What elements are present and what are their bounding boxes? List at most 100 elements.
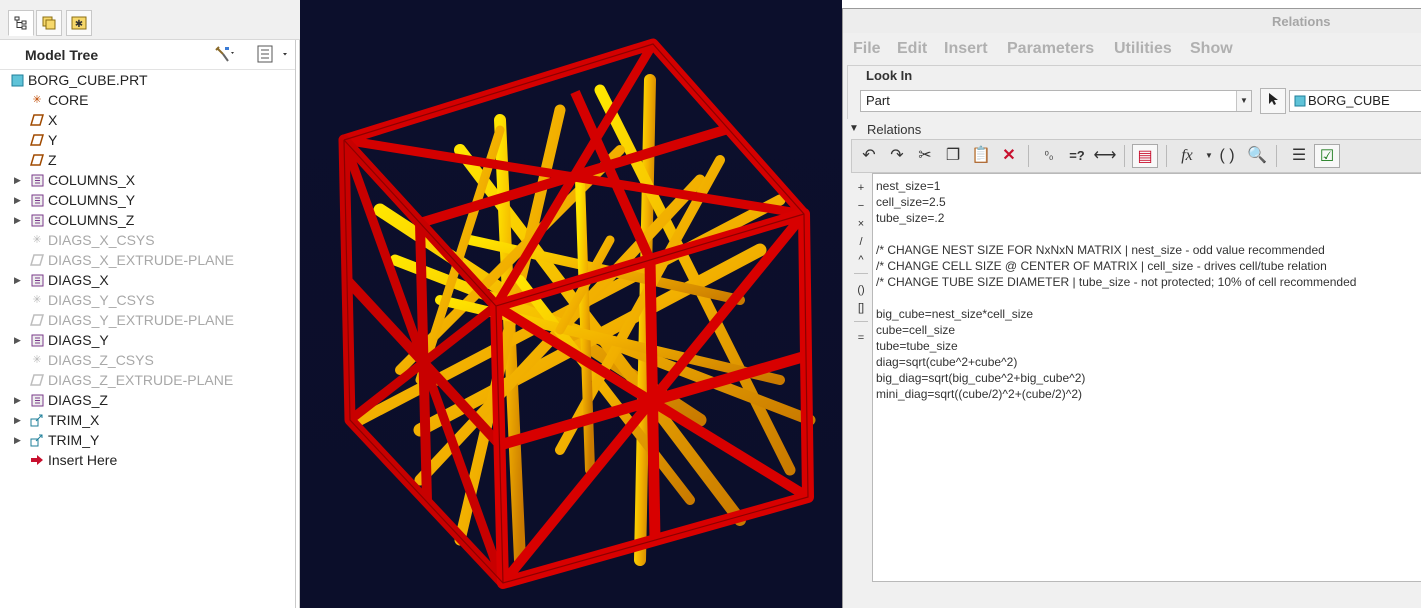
tree-item-label: COLUMNS_Z [48,212,135,228]
look-in-type-value: Part [866,93,890,108]
undo-icon[interactable]: ↶ [856,144,882,168]
menu-show[interactable]: Show [1190,40,1233,58]
tree-item-diags-x-extrude-plane[interactable]: DIAGS_X_EXTRUDE-PLANE [0,250,296,270]
verify-checkbox-icon[interactable]: ☑ [1314,144,1340,168]
folder-browser-tab[interactable] [36,10,62,36]
dialog-title-bar[interactable]: Relations [843,9,1421,33]
brackets-operator-icon[interactable]: [] [851,299,871,317]
expand-arrow-icon[interactable]: ▶ [14,330,21,350]
tree-item-label: Z [48,152,57,168]
multiply-operator-icon[interactable]: × [851,215,871,233]
tree-item-diags-x-csys[interactable]: ✳ DIAGS_X_CSYS [0,230,296,250]
tree-item-diags-y-extrude-plane[interactable]: DIAGS_Y_EXTRUDE-PLANE [0,310,296,330]
switch-dimensions-icon[interactable]: ⁰₀ [1036,144,1062,168]
dialog-title: Relations [1272,14,1331,29]
plus-operator-icon[interactable]: + [851,179,871,197]
tree-item-y[interactable]: Y [0,130,296,150]
menu-utilities[interactable]: Utilities [1114,40,1172,58]
tree-item-label: DIAGS_Y_EXTRUDE-PLANE [48,312,234,328]
expand-arrow-icon[interactable]: ▶ [14,190,21,210]
relation-line: diag=sqrt(cube^2+cube^2) [876,355,1018,369]
expand-arrow-icon[interactable]: ▶ [14,210,21,230]
chevron-down-icon[interactable]: ▼ [1236,91,1251,111]
tree-item-diags-y[interactable]: ▶ DIAGS_Y [0,330,296,350]
tree-structure-icon [14,16,27,30]
delete-icon[interactable]: ✕ [996,144,1022,168]
tree-item-label: DIAGS_X_CSYS [48,232,155,248]
trim-icon [30,413,44,427]
power-operator-icon[interactable]: ^ [851,251,871,269]
navigator-tab-strip: ✱ [0,0,300,40]
tree-item-label: COLUMNS_Y [48,192,136,208]
relations-section-header[interactable]: ▼ Relations [847,121,1421,139]
graphics-viewport[interactable] [300,0,842,608]
tree-item-diags-y-csys[interactable]: ✳ DIAGS_Y_CSYS [0,290,296,310]
divide-operator-icon[interactable]: / [851,233,871,251]
copy-icon[interactable]: ❐ [940,144,966,168]
tree-item-label: DIAGS_X_EXTRUDE-PLANE [48,252,234,268]
datum-plane-icon [30,113,44,127]
cut-icon[interactable]: ✂ [912,144,938,168]
model-tree-list: BORG_CUBE.PRT ✳ CORE X Y Z ▶ COLUMNS_X ▶… [0,70,296,470]
local-parameters-icon[interactable]: ☰ [1286,144,1312,168]
group-icon [30,393,44,407]
look-in-object-value: BORG_CUBE [1308,93,1390,108]
tree-item-borg-cube-prt[interactable]: BORG_CUBE.PRT [0,70,296,90]
evaluate-expression-icon[interactable]: =? [1064,144,1090,168]
model-tree-header: Model Tree [0,40,296,70]
sort-relations-icon[interactable]: ▤ [1132,144,1158,168]
collapse-triangle-icon[interactable]: ▼ [849,123,859,134]
tree-settings-icon[interactable] [214,45,236,66]
look-in-object-field[interactable]: BORG_CUBE [1289,90,1421,112]
expand-arrow-icon[interactable]: ▶ [14,170,21,190]
tree-item-label: X [48,112,58,128]
csys-icon: ✳ [32,294,42,306]
tree-item-label: COLUMNS_X [48,172,136,188]
tree-item-diags-z-csys[interactable]: ✳ DIAGS_Z_CSYS [0,350,296,370]
tree-item-diags-x[interactable]: ▶ DIAGS_X [0,270,296,290]
tree-item-trim-x[interactable]: ▶ TRIM_X [0,410,296,430]
verify-relations-icon[interactable]: 🔍 [1244,144,1270,168]
equals-operator-icon[interactable]: = [851,329,871,347]
insert-parentheses-icon[interactable]: ( ) [1214,144,1240,168]
tree-item-trim-y[interactable]: ▶ TRIM_Y [0,430,296,450]
relations-section-label: Relations [867,122,922,137]
tree-item-z[interactable]: Z [0,150,296,170]
menu-parameters[interactable]: Parameters [1007,40,1094,58]
relation-line: cell_size=2.5 [876,195,946,209]
tree-item-x[interactable]: X [0,110,296,130]
relation-line: /* CHANGE CELL SIZE @ CENTER OF MATRIX |… [876,259,1327,273]
tree-item-core[interactable]: ✳ CORE [0,90,296,110]
tree-item-columns-x[interactable]: ▶ COLUMNS_X [0,170,296,190]
model-tree-panel: ✱ Model Tree BORG_CUBE.PRT ✳ CORE X Y Z … [0,0,300,608]
tree-item-label: CORE [48,92,89,108]
menu-insert[interactable]: Insert [944,40,988,58]
expand-arrow-icon[interactable]: ▶ [14,410,21,430]
select-object-button[interactable] [1260,88,1286,114]
model-tree-tab[interactable] [8,10,34,36]
palette-separator [854,321,868,322]
tree-item-diags-z-extrude-plane[interactable]: DIAGS_Z_EXTRUDE-PLANE [0,370,296,390]
favorites-tab[interactable]: ✱ [66,10,92,36]
menu-edit[interactable]: Edit [897,40,927,58]
paste-icon[interactable]: 📋 [968,144,994,168]
datum-plane-icon [30,313,44,327]
relation-line: tube_size=.2 [876,211,945,225]
tree-show-icon[interactable] [256,45,290,66]
redo-icon[interactable]: ↷ [884,144,910,168]
tree-item-insert-here[interactable]: Insert Here [0,450,296,470]
menu-file[interactable]: File [853,40,881,58]
tree-item-label: Insert Here [48,452,118,468]
tree-item-columns-z[interactable]: ▶ COLUMNS_Z [0,210,296,230]
expand-arrow-icon[interactable]: ▶ [14,390,21,410]
tree-item-diags-z[interactable]: ▶ DIAGS_Z [0,390,296,410]
expand-arrow-icon[interactable]: ▶ [14,430,21,450]
minus-operator-icon[interactable]: − [851,197,871,215]
parentheses-operator-icon[interactable]: () [851,281,871,299]
show-dimension-icon[interactable]: ⟷ [1092,144,1118,168]
tree-item-label: TRIM_X [48,412,100,428]
tree-item-columns-y[interactable]: ▶ COLUMNS_Y [0,190,296,210]
relations-editor[interactable]: nest_size=1 cell_size=2.5 tube_size=.2 /… [872,173,1421,582]
expand-arrow-icon[interactable]: ▶ [14,270,21,290]
look-in-type-select[interactable]: Part ▼ [860,90,1252,112]
